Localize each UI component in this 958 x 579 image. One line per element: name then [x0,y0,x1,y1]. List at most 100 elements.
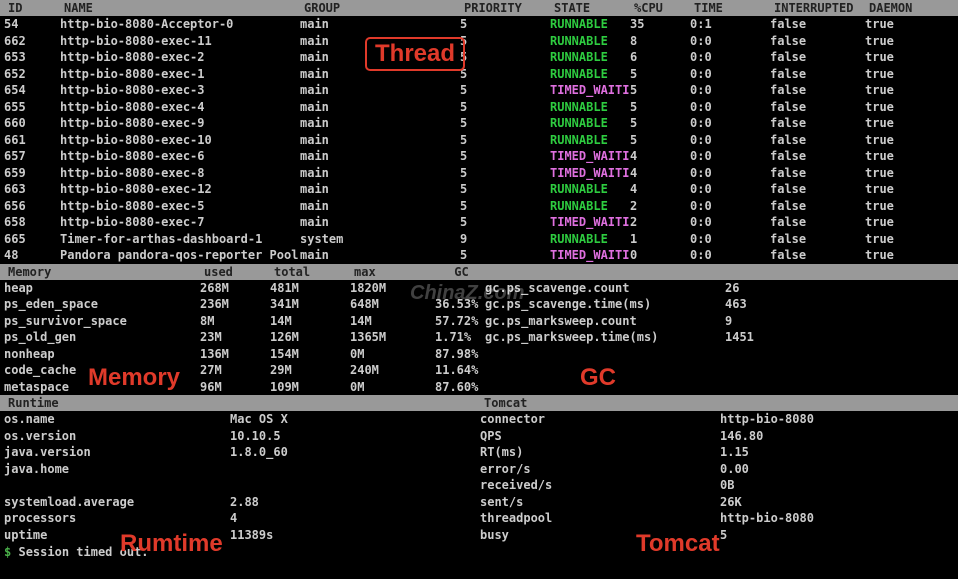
thread-state: TIMED_WAITI [550,214,630,231]
col-name: NAME [64,1,304,15]
runtime-value [230,477,480,494]
thread-row: 657http-bio-8080-exec-6main5TIMED_WAITI4… [0,148,958,165]
thread-interrupted: false [770,66,865,83]
thread-group: system [300,231,460,248]
thread-interrupted: false [770,247,865,264]
thread-group: main [300,66,460,83]
tomcat-value: http-bio-8080 [720,411,920,428]
thread-name: http-bio-8080-exec-3 [60,82,300,99]
thread-daemon: true [865,49,945,66]
thread-row: 658http-bio-8080-exec-7main5TIMED_WAITI2… [0,214,958,231]
runtime-value [230,461,480,478]
thread-cpu: 4 [630,181,690,198]
thread-name: http-bio-8080-exec-5 [60,198,300,215]
thread-group: main [300,214,460,231]
runtime-value: Mac OS X [230,411,480,428]
gc-value: 1451 [725,329,825,346]
thread-priority: 5 [460,198,550,215]
thread-time: 0:0 [690,66,770,83]
thread-time: 0:0 [690,214,770,231]
thread-daemon: true [865,99,945,116]
thread-state: TIMED_WAITI [550,148,630,165]
thread-interrupted: false [770,99,865,116]
memory-total: 14M [270,313,350,330]
memory-row: nonheap136M154M0M87.98% [0,346,958,363]
memory-total: 29M [270,362,350,379]
gc-value: 9 [725,313,825,330]
thread-group: main [300,165,460,182]
tomcat-value: 5 [720,527,920,544]
col-group: GROUP [304,1,464,15]
runtime-value: 2.88 [230,494,480,511]
memory-used: 23M [200,329,270,346]
thread-cpu: 5 [630,132,690,149]
thread-time: 0:0 [690,33,770,50]
tomcat-value: 26K [720,494,920,511]
thread-cpu: 2 [630,214,690,231]
thread-row: 662http-bio-8080-exec-11main5RUNNABLE80:… [0,33,958,50]
thread-name: http-bio-8080-exec-6 [60,148,300,165]
thread-interrupted: false [770,231,865,248]
thread-name: http-bio-8080-exec-7 [60,214,300,231]
thread-priority: 5 [460,148,550,165]
thread-row: 665Timer-for-arthas-dashboard-1system9RU… [0,231,958,248]
runtime-key: java.home [0,461,230,478]
thread-name: Pandora pandora-qos-reporter Pool [60,247,300,264]
thread-interrupted: false [770,49,865,66]
thread-cpu: 4 [630,165,690,182]
thread-interrupted: false [770,82,865,99]
thread-time: 0:0 [690,82,770,99]
thread-daemon: true [865,82,945,99]
thread-cpu: 5 [630,66,690,83]
thread-row: 659http-bio-8080-exec-8main5TIMED_WAITI4… [0,165,958,182]
thread-name: http-bio-8080-exec-12 [60,181,300,198]
thread-daemon: true [865,33,945,50]
memory-max: 648M [350,296,435,313]
thread-id: 662 [0,33,60,50]
thread-row: 653http-bio-8080-exec-2main5RUNNABLE60:0… [0,49,958,66]
thread-name: http-bio-8080-exec-8 [60,165,300,182]
thread-cpu: 8 [630,33,690,50]
thread-id: 48 [0,247,60,264]
thread-group: main [300,99,460,116]
thread-row: 656http-bio-8080-exec-5main5RUNNABLE20:0… [0,198,958,215]
tomcat-value: 0.00 [720,461,920,478]
thread-id: 656 [0,198,60,215]
terminal-prompt[interactable]: $ Session timed out. [0,543,958,561]
memory-name: ps_survivor_space [0,313,200,330]
thread-group: main [300,198,460,215]
thread-id: 661 [0,132,60,149]
thread-interrupted: false [770,115,865,132]
thread-id: 54 [0,16,60,33]
thread-name: http-bio-8080-exec-2 [60,49,300,66]
runtime-tomcat-header: Runtime Tomcat [0,395,958,411]
thread-group: main [300,115,460,132]
runtime-key: os.version [0,428,230,445]
runtime-value: 10.10.5 [230,428,480,445]
thread-interrupted: false [770,16,865,33]
memory-pct: 11.64% [435,362,485,379]
tomcat-value: 0B [720,477,920,494]
thread-state: RUNNABLE [550,198,630,215]
tomcat-value: 146.80 [720,428,920,445]
tomcat-key: received/s [480,477,720,494]
thread-time: 0:0 [690,132,770,149]
gc-key: gc.ps_scavenge.time(ms) [485,296,725,313]
runtime-value: 11389s [230,527,480,544]
memory-name: ps_old_gen [0,329,200,346]
thread-group: main [300,49,460,66]
memory-used: 268M [200,280,270,297]
runtime-key: uptime [0,527,230,544]
thread-id: 653 [0,49,60,66]
thread-row: 54http-bio-8080-Acceptor-0main5RUNNABLE3… [0,16,958,33]
tomcat-key: threadpool [480,510,720,527]
thread-interrupted: false [770,214,865,231]
thread-row: 654http-bio-8080-exec-3main5TIMED_WAITI5… [0,82,958,99]
thread-daemon: true [865,181,945,198]
thread-priority: 9 [460,231,550,248]
tomcat-key: RT(ms) [480,444,720,461]
runtime-title: Runtime [4,396,484,410]
gc-key: gc.ps_scavenge.count [485,280,725,297]
runtime-row: os.nameMac OS Xconnectorhttp-bio-8080 [0,411,958,428]
thread-group: main [300,82,460,99]
